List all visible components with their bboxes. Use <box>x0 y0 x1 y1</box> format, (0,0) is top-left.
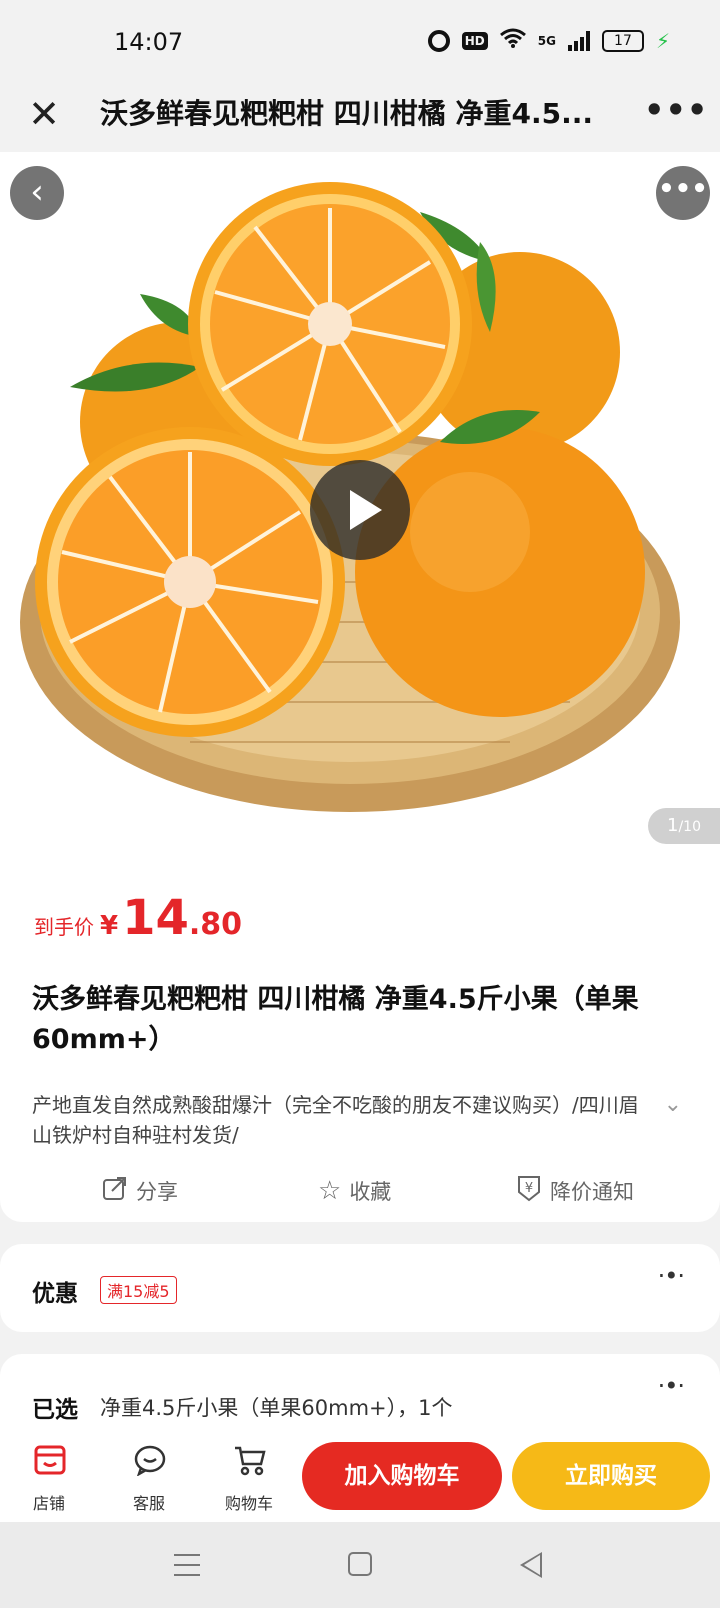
price-integer: 14 <box>122 890 189 946</box>
tab-store[interactable]: 店铺 <box>14 1432 84 1522</box>
price-drop-alert-button[interactable]: ¥ 降价通知 <box>516 1170 634 1212</box>
total-pages: 10 <box>683 819 701 835</box>
status-bar: 14:07 HD 5G 17 ⚡ <box>0 0 720 76</box>
network-type-icon: 5G <box>537 33 556 48</box>
more-icon[interactable]: ·•· <box>658 1372 685 1400</box>
system-navigation-bar <box>0 1522 720 1608</box>
back-icon[interactable] <box>520 1552 542 1578</box>
hd-icon: HD <box>461 31 488 50</box>
selected-value: 净重4.5斤小果（单果60mm+），1个 <box>100 1396 453 1420</box>
more-icon[interactable]: ••• <box>656 166 710 220</box>
promotion-row[interactable]: 优惠 满15减5 ·•· <box>0 1244 720 1332</box>
charging-icon: ⚡ <box>655 28 670 53</box>
share-label: 分享 <box>136 1180 178 1204</box>
product-title: 沃多鲜春见粑粑柑 四川柑橘 净重4.5斤小果（单果60mm+） <box>32 984 639 1055</box>
selected-label: 已选 <box>32 1397 78 1423</box>
play-icon[interactable] <box>310 460 410 560</box>
selected-spec-row[interactable]: 已选 净重4.5斤小果（单果60mm+），1个 ·•· <box>0 1354 720 1444</box>
top-nav-bar: ✕ 沃多鲜春见粑粑柑 四川柑橘 净重4.5... ••• <box>0 76 720 152</box>
favorite-label: 收藏 <box>349 1180 392 1204</box>
buy-now-button[interactable]: 立即购买 <box>512 1442 710 1510</box>
battery-icon: 17 <box>601 29 644 52</box>
chevron-down-icon[interactable]: ⌄ <box>664 1092 682 1117</box>
status-time: 14:07 <box>114 28 184 56</box>
add-to-cart-button[interactable]: 加入购物车 <box>302 1442 502 1510</box>
svg-text:¥: ¥ <box>525 1181 533 1196</box>
share-button[interactable]: 分享 <box>102 1170 178 1212</box>
tab-store-label: 店铺 <box>32 1494 65 1513</box>
more-icon[interactable]: ·•· <box>658 1262 685 1290</box>
menu-icon[interactable] <box>174 1554 200 1576</box>
price-drop-label: 降价通知 <box>550 1180 634 1204</box>
wifi-icon <box>499 28 526 53</box>
promotion-label: 优惠 <box>32 1281 78 1307</box>
chevron-left-icon[interactable]: ‹ <box>10 166 64 220</box>
tab-cart[interactable]: 购物车 <box>214 1432 284 1522</box>
price-decimal: .80 <box>188 907 243 942</box>
tab-cart-label: 购物车 <box>224 1494 273 1513</box>
price-drop-icon: ¥ <box>516 1174 542 1209</box>
alarm-icon <box>427 29 450 52</box>
star-icon: ☆ <box>318 1176 342 1206</box>
current-page: 1 <box>667 815 679 836</box>
price-label: 到手价 <box>34 915 94 939</box>
customer-service-icon <box>133 1444 167 1477</box>
share-icon <box>102 1175 128 1208</box>
page-indicator: 1/10 <box>648 808 720 844</box>
store-icon <box>33 1444 67 1476</box>
favorite-button[interactable]: ☆ 收藏 <box>318 1170 391 1212</box>
close-icon[interactable]: ✕ <box>20 90 68 138</box>
signal-icon <box>567 30 590 51</box>
status-icons: HD 5G 17 ⚡ <box>427 28 670 53</box>
action-row: 分享 ☆ 收藏 ¥ 降价通知 <box>0 1170 720 1212</box>
product-description: 产地直发自然成熟酸甜爆汁（完全不吃酸的朋友不建议购买）/四川眉山铁炉村自种驻村发… <box>32 1093 639 1147</box>
tab-customer-service-label: 客服 <box>132 1494 165 1513</box>
more-icon[interactable]: ••• <box>644 90 707 138</box>
price: 到手价 ¥ 14 .80 <box>34 890 242 946</box>
tab-customer-service[interactable]: 客服 <box>114 1432 184 1522</box>
product-gallery[interactable]: ‹ ••• 1/10 <box>0 152 720 844</box>
coupon-badge: 满15减5 <box>100 1276 177 1304</box>
home-icon[interactable] <box>348 1552 372 1576</box>
price-currency: ¥ <box>100 911 119 941</box>
bottom-action-bar: 店铺 客服 购物车 加入购物车 立即购买 <box>0 1432 720 1522</box>
cart-icon <box>233 1444 267 1476</box>
product-info-card: 到手价 ¥ 14 .80 沃多鲜春见粑粑柑 四川柑橘 净重4.5斤小果（单果60… <box>0 844 720 1222</box>
page-title: 沃多鲜春见粑粑柑 四川柑橘 净重4.5... <box>100 97 594 130</box>
